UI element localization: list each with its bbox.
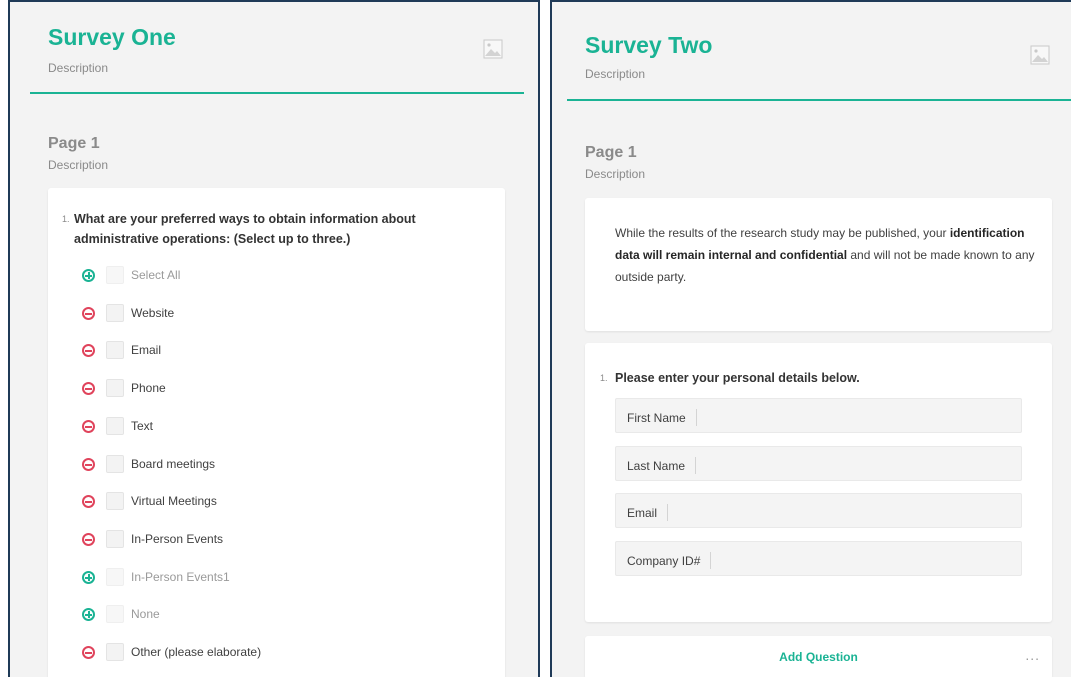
text-field-label-text: First Name xyxy=(627,411,686,425)
page-description[interactable]: Description xyxy=(585,167,645,181)
intro-text-before: While the results of the research study … xyxy=(615,226,950,240)
page-title[interactable]: Page 1 xyxy=(585,144,637,162)
question-text[interactable]: Please enter your personal details below… xyxy=(615,368,860,388)
text-field-row[interactable]: Email xyxy=(615,493,1022,528)
choice-label[interactable]: In-Person Events1 xyxy=(131,570,230,584)
choice-label[interactable]: Website xyxy=(131,306,174,320)
choice-item[interactable]: Board meetings xyxy=(48,455,505,477)
text-cursor-divider xyxy=(695,457,697,474)
add-choice-icon[interactable] xyxy=(82,269,95,282)
choice-label[interactable]: Text xyxy=(131,419,153,433)
choice-checkbox[interactable] xyxy=(106,492,124,510)
intro-text[interactable]: While the results of the research study … xyxy=(615,222,1035,288)
header-divider xyxy=(567,99,1071,101)
choice-item[interactable]: Phone xyxy=(48,379,505,401)
remove-choice-icon[interactable] xyxy=(82,382,95,395)
more-options-icon[interactable]: ... xyxy=(1025,647,1040,663)
choice-checkbox[interactable] xyxy=(106,304,124,322)
choice-checkbox[interactable] xyxy=(106,530,124,548)
choice-item[interactable]: Select All xyxy=(48,266,505,288)
choice-item[interactable]: In-Person Events xyxy=(48,530,505,552)
text-cursor-divider xyxy=(667,504,669,521)
choice-label[interactable]: Other (please elaborate) xyxy=(131,645,261,659)
remove-choice-icon[interactable] xyxy=(82,307,95,320)
text-field-row[interactable]: First Name xyxy=(615,398,1022,433)
add-question-bar: Add Question ... xyxy=(585,636,1052,677)
text-field-label: Email xyxy=(627,504,669,521)
add-question-button[interactable]: Add Question xyxy=(585,650,1052,664)
question-number: 1. xyxy=(600,373,608,383)
choice-checkbox[interactable] xyxy=(106,379,124,397)
choice-label[interactable]: Virtual Meetings xyxy=(131,494,217,508)
choice-checkbox[interactable] xyxy=(106,568,124,586)
text-field-label: Last Name xyxy=(627,457,697,474)
text-field-label-text: Email xyxy=(627,506,658,520)
choice-item[interactable]: In-Person Events1 xyxy=(48,568,505,590)
choice-checkbox[interactable] xyxy=(106,605,124,623)
remove-choice-icon[interactable] xyxy=(82,495,95,508)
text-field-row[interactable]: Last Name xyxy=(615,446,1022,481)
question-card[interactable]: 1. Please enter your personal details be… xyxy=(585,343,1052,622)
remove-choice-icon[interactable] xyxy=(82,646,95,659)
survey-two-panel: Survey Two Description Page 1 Descriptio… xyxy=(550,0,1071,677)
choice-checkbox[interactable] xyxy=(106,417,124,435)
image-placeholder-icon[interactable] xyxy=(1030,45,1050,65)
question-number: 1. xyxy=(62,214,70,224)
text-field-row[interactable]: Company ID# xyxy=(615,541,1022,576)
question-text[interactable]: What are your preferred ways to obtain i… xyxy=(74,209,464,249)
choice-checkbox[interactable] xyxy=(106,341,124,359)
text-field-label-text: Last Name xyxy=(627,459,686,473)
header-divider xyxy=(30,92,524,94)
remove-choice-icon[interactable] xyxy=(82,344,95,357)
remove-choice-icon[interactable] xyxy=(82,458,95,471)
text-cursor-divider xyxy=(710,552,712,569)
survey-title[interactable]: Survey One xyxy=(48,24,176,51)
image-placeholder-icon[interactable] xyxy=(483,39,503,59)
choice-item[interactable]: Website xyxy=(48,304,505,326)
survey-one-panel: Survey One Description Page 1 Descriptio… xyxy=(8,0,540,677)
choice-label[interactable]: Email xyxy=(131,343,161,357)
remove-choice-icon[interactable] xyxy=(82,420,95,433)
choice-item[interactable]: Virtual Meetings xyxy=(48,492,505,514)
choice-label[interactable]: Select All xyxy=(131,268,180,282)
choice-label[interactable]: In-Person Events xyxy=(131,532,223,546)
choice-item[interactable]: Text xyxy=(48,417,505,439)
text-field-label: First Name xyxy=(627,409,697,426)
survey-description[interactable]: Description xyxy=(585,67,645,81)
page-title[interactable]: Page 1 xyxy=(48,135,100,153)
choice-checkbox[interactable] xyxy=(106,266,124,284)
choice-label[interactable]: None xyxy=(131,607,160,621)
text-field-label-text: Company ID# xyxy=(627,554,701,568)
question-card[interactable]: 1. What are your preferred ways to obtai… xyxy=(48,188,505,677)
choice-label[interactable]: Phone xyxy=(131,381,166,395)
add-choice-icon[interactable] xyxy=(82,608,95,621)
text-cursor-divider xyxy=(695,409,697,426)
choice-label[interactable]: Board meetings xyxy=(131,457,215,471)
choice-checkbox[interactable] xyxy=(106,455,124,473)
intro-text-card[interactable]: While the results of the research study … xyxy=(585,198,1052,331)
remove-choice-icon[interactable] xyxy=(82,533,95,546)
add-choice-icon[interactable] xyxy=(82,571,95,584)
page-description[interactable]: Description xyxy=(48,158,108,172)
choice-checkbox[interactable] xyxy=(106,643,124,661)
choice-item[interactable]: None xyxy=(48,605,505,627)
choice-item[interactable]: Email xyxy=(48,341,505,363)
choice-item[interactable]: Other (please elaborate) xyxy=(48,643,505,665)
survey-description[interactable]: Description xyxy=(48,61,108,75)
text-field-label: Company ID# xyxy=(627,552,712,569)
survey-title[interactable]: Survey Two xyxy=(585,32,712,59)
